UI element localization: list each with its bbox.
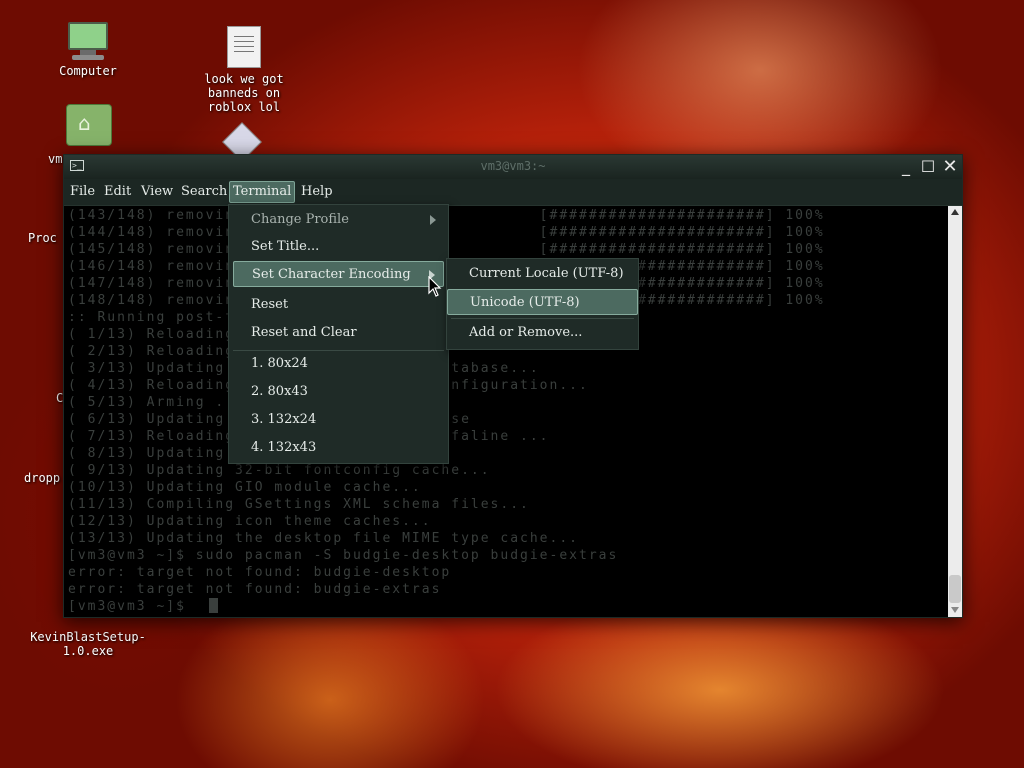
menu-item-label: Set Title...	[251, 239, 320, 254]
maximize-icon[interactable]: ☐	[918, 157, 938, 177]
menu-item-current-locale[interactable]: Current Locale (UTF-8)	[451, 261, 634, 287]
menu-edit[interactable]: Edit	[101, 182, 134, 202]
menu-item-label: Reset and Clear	[251, 325, 357, 340]
mouse-pointer-icon	[428, 276, 442, 297]
terminal-line: (13/13) Updating the desktop file MIME t…	[68, 531, 579, 546]
encoding-submenu: Current Locale (UTF-8) Unicode (UTF-8) A…	[446, 258, 639, 350]
terminal-line: (10/13) Updating GIO module cache...	[68, 480, 422, 495]
menu-file[interactable]: File	[67, 182, 98, 202]
terminal-line: error: target not found: budgie-desktop	[68, 565, 452, 580]
menu-item-set-character-encoding[interactable]: Set Character Encoding	[233, 261, 444, 287]
computer-icon	[65, 22, 111, 62]
menu-item-add-or-remove[interactable]: Add or Remove...	[451, 320, 634, 346]
menu-item-label: 3. 132x24	[251, 412, 317, 427]
terminal-line: (11/13) Compiling GSettings XML schema f…	[68, 497, 530, 512]
terminal-line: ( 5/13) Arming ...	[68, 395, 245, 410]
desktop-icon-computer[interactable]: Computer	[28, 22, 148, 78]
home-folder-icon[interactable]: ⌂	[66, 104, 112, 146]
menu-separator	[451, 318, 634, 319]
terminal-line: ( 9/13) Updating 32-bit fontconfig cache…	[68, 463, 491, 478]
menu-view[interactable]: View	[138, 182, 176, 202]
close-icon[interactable]: ✕	[940, 157, 960, 177]
menu-item-size-132x43[interactable]: 4. 132x43	[233, 435, 444, 461]
menu-item-reset-and-clear[interactable]: Reset and Clear	[233, 320, 444, 346]
terminal-scrollbar[interactable]	[948, 206, 962, 617]
menu-item-label: Current Locale (UTF-8)	[469, 266, 624, 281]
menu-item-label: Unicode (UTF-8)	[470, 295, 580, 310]
menu-item-unicode-utf8[interactable]: Unicode (UTF-8)	[447, 289, 638, 315]
window-title: vm3@vm3:~	[480, 159, 546, 173]
desktop-icon-label: look we got banneds on roblox lol	[204, 72, 284, 114]
menu-item-change-profile[interactable]: Change Profile	[233, 207, 444, 233]
submenu-arrow-icon	[430, 215, 436, 225]
menu-search[interactable]: Search	[178, 182, 230, 202]
menu-item-size-80x43[interactable]: 2. 80x43	[233, 379, 444, 405]
menu-item-label: 2. 80x43	[251, 384, 308, 399]
menu-item-set-title[interactable]: Set Title...	[233, 234, 444, 260]
desktop-icon-setup-exe[interactable]: KevinBlastSetup- 1.0.exe	[28, 612, 148, 658]
terminal-line: [vm3@vm3 ~]$ sudo pacman -S budgie-deskt…	[68, 548, 619, 563]
desktop-icon-label-partial: vm	[48, 152, 63, 166]
terminal-cursor	[209, 598, 218, 613]
desktop-icon-label-partial: Proc	[28, 231, 57, 245]
menu-item-label: 1. 80x24	[251, 356, 308, 371]
menu-item-size-80x24[interactable]: 1. 80x24	[233, 351, 444, 377]
menu-terminal[interactable]: Terminal	[229, 181, 296, 203]
scroll-up-icon[interactable]	[951, 209, 959, 215]
terminal-menu: Change Profile Set Title... Set Characte…	[228, 204, 449, 464]
desktop-icon-label-partial: dropp	[24, 471, 61, 485]
terminal-line: error: target not found: budgie-extras	[68, 582, 442, 597]
menu-item-label: Add or Remove...	[469, 325, 583, 340]
menu-item-label: Change Profile	[251, 212, 349, 227]
menu-help[interactable]: Help	[298, 182, 336, 202]
desktop-icon-label: Computer	[59, 64, 117, 78]
terminal-window[interactable]: >_ vm3@vm3:~ _ ☐ ✕ File Edit View Search…	[63, 154, 963, 618]
window-titlebar[interactable]: >_ vm3@vm3:~ _ ☐ ✕	[64, 155, 962, 179]
menu-item-label: 4. 132x43	[251, 440, 317, 455]
desktop-icon-text-file[interactable]: look we got banneds on roblox lol	[184, 26, 304, 114]
document-icon	[227, 26, 261, 68]
terminal-prompt: [vm3@vm3 ~]$	[68, 599, 196, 614]
minimize-icon[interactable]: _	[896, 157, 916, 177]
menubar: File Edit View Search Terminal Help	[64, 179, 962, 206]
desktop-icon-label: KevinBlastSetup- 1.0.exe	[30, 630, 146, 658]
menu-item-reset[interactable]: Reset	[233, 292, 444, 318]
menu-item-size-132x24[interactable]: 3. 132x24	[233, 407, 444, 433]
menu-item-label: Set Character Encoding	[252, 267, 411, 282]
scroll-down-icon[interactable]	[951, 607, 959, 613]
scrollbar-thumb[interactable]	[949, 575, 961, 603]
terminal-line: (12/13) Updating icon theme caches...	[68, 514, 432, 529]
menu-item-label: Reset	[251, 297, 289, 312]
